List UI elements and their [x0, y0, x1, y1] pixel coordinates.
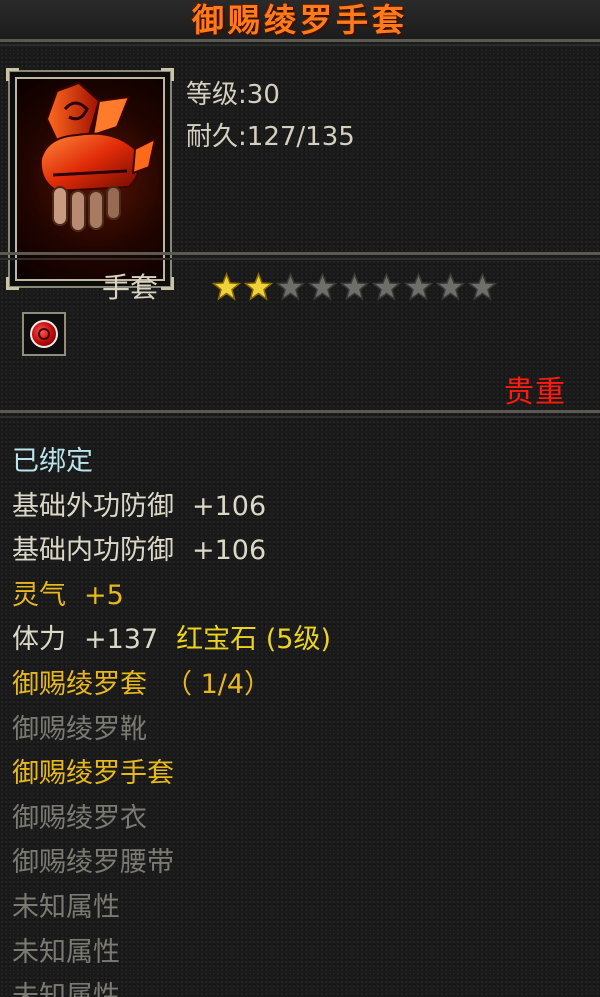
outer-defense-value: +106	[192, 490, 267, 522]
set-name: 御赐绫罗套	[12, 668, 147, 700]
unknown-attribute: 未知属性	[12, 936, 120, 968]
gem-bonus: 红宝石 (5级)	[176, 624, 331, 656]
set-progress: （ 1/4）	[165, 668, 272, 700]
attribute-list: 已绑定 基础外功防御 +106 基础内功防御 +106 灵气 +5 体力 +137 红宝石…	[12, 442, 592, 997]
star-empty-icon	[276, 272, 305, 301]
inner-defense-value: +106	[192, 535, 267, 567]
star-empty-icon	[340, 272, 369, 301]
durability-label: 耐久	[186, 122, 239, 152]
glove-graphic	[39, 81, 157, 232]
gem-socket[interactable]	[22, 312, 66, 356]
star-empty-icon	[468, 272, 497, 301]
spirit-value: +5	[84, 579, 124, 611]
inner-defense-line: 基础内功防御 +106	[12, 531, 592, 576]
outer-defense-label: 基础外功防御	[12, 490, 174, 522]
red-glove-icon	[15, 77, 165, 281]
stamina-line: 体力 +137 红宝石 (5级)	[12, 620, 592, 665]
title-bar: 御赐绫罗手套	[0, 0, 600, 46]
star-empty-icon	[436, 272, 465, 301]
stamina-label: 体力	[12, 624, 66, 656]
unknown-attribute: 未知属性	[12, 891, 120, 923]
star-rating	[212, 272, 497, 301]
spirit-line: 灵气 +5	[12, 576, 592, 621]
star-filled-icon	[212, 272, 241, 301]
set-piece: 御赐绫罗手套	[12, 758, 174, 790]
set-piece: 御赐绫罗靴	[12, 713, 147, 745]
unknown-attribute: 未知属性	[12, 981, 120, 997]
item-icon-frame[interactable]	[6, 68, 174, 290]
divider	[0, 416, 600, 418]
spirit-label: 灵气	[12, 579, 66, 611]
star-empty-icon	[372, 272, 401, 301]
red-gem-icon	[30, 320, 58, 348]
level-label: 等级	[186, 80, 239, 110]
item-tooltip: 御赐绫罗手套 等级:30 耐久:127/135 手套 贵重 已绑定 基础外功防御…	[0, 0, 600, 997]
set-name-line: 御赐绫罗套 （ 1/4）	[12, 665, 592, 710]
outer-defense-line: 基础外功防御 +106	[12, 487, 592, 532]
level-line: 等级:30	[186, 80, 280, 110]
star-filled-icon	[244, 272, 273, 301]
bound-status: 已绑定	[12, 446, 93, 477]
set-piece: 御赐绫罗衣	[12, 802, 147, 834]
divider	[0, 410, 600, 413]
star-empty-icon	[308, 272, 337, 301]
divider	[0, 252, 600, 255]
item-name-title: 御赐绫罗手套	[191, 0, 408, 39]
durability-line: 耐久:127/135	[186, 122, 355, 152]
inner-defense-label: 基础内功防御	[12, 535, 174, 567]
rarity-label: 贵重	[504, 375, 566, 410]
level-value: 30	[246, 80, 280, 110]
item-type: 手套	[102, 271, 159, 304]
set-piece: 御赐绫罗腰带	[12, 847, 174, 879]
divider	[0, 258, 600, 260]
star-empty-icon	[404, 272, 433, 301]
durability-value: 127/135	[246, 122, 355, 152]
stamina-value: +137	[84, 624, 159, 656]
